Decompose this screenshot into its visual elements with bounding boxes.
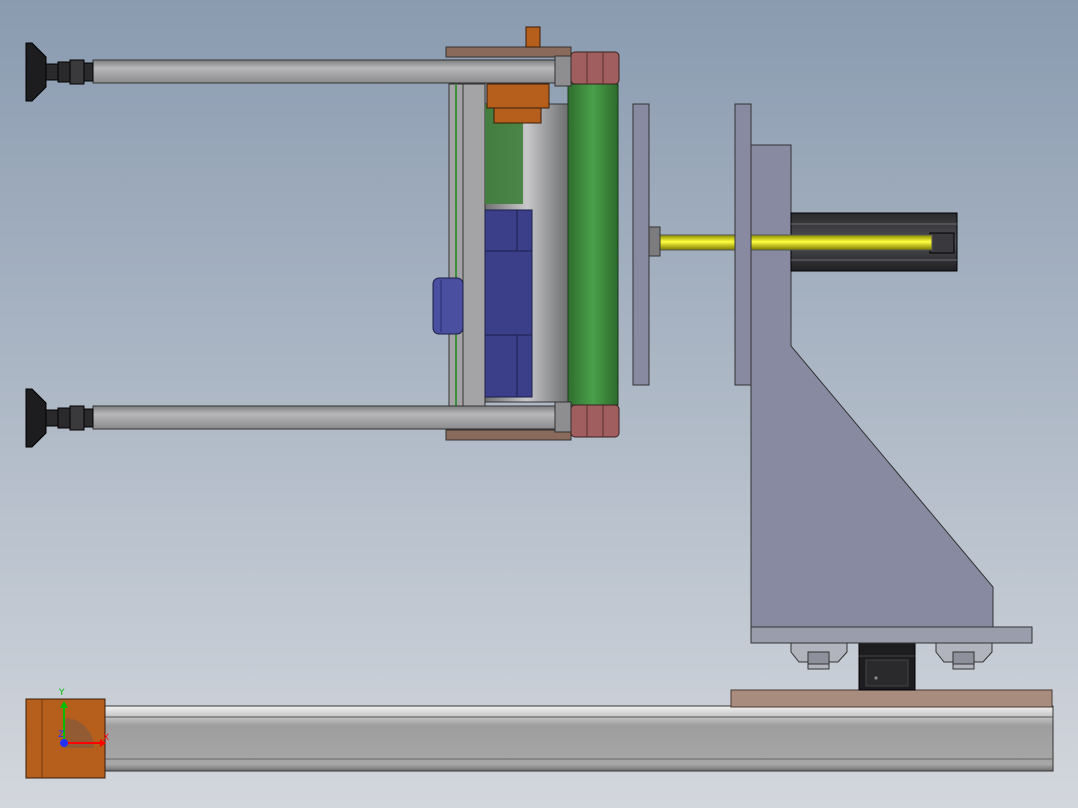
bracket-base-plate[interactable] — [750, 626, 1033, 644]
tie-rod-bottom[interactable] — [92, 401, 572, 433]
carriage-plate[interactable] — [730, 689, 1053, 708]
linear-guide-rail[interactable] — [95, 705, 1054, 772]
cad-viewport[interactable]: X Y Z — [0, 0, 1078, 808]
green-roller[interactable] — [567, 83, 619, 406]
hex-cap-top[interactable] — [570, 51, 620, 85]
triad-x-label: X — [103, 733, 110, 743]
frame-rail-inner[interactable] — [462, 83, 486, 407]
hex-cap-bottom[interactable] — [570, 404, 620, 438]
bottom-bracket-plate[interactable] — [445, 429, 572, 441]
tie-rod-top[interactable] — [92, 55, 572, 87]
flange-plate[interactable] — [632, 103, 650, 386]
bracket-vertical-plate[interactable] — [734, 103, 752, 386]
shaft-collar[interactable] — [648, 226, 661, 257]
triad-z-label: Z — [58, 730, 65, 740]
stepper-motor[interactable] — [858, 641, 916, 691]
top-bracket-plate[interactable] — [445, 46, 572, 58]
yellow-shaft[interactable] — [655, 234, 933, 251]
rail-end-block[interactable] — [25, 698, 106, 779]
triad-y-label: Y — [59, 688, 65, 698]
assembly-drawing[interactable] — [0, 0, 1078, 808]
